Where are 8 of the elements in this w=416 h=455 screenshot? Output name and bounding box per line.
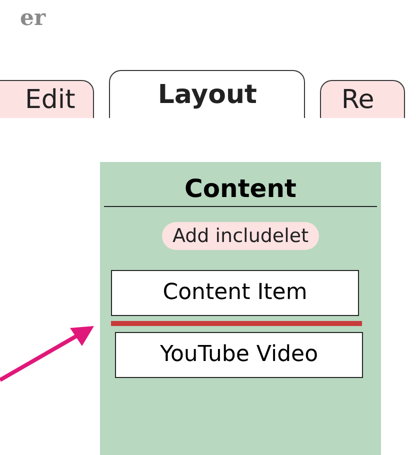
tab[interactable]: Layout [109,70,306,118]
header-text: er [19,4,47,33]
content-item[interactable]: Content Item [111,270,359,316]
add-includelet-button[interactable]: Add includelet [162,222,319,250]
panel-title: Content [104,172,377,207]
tab[interactable]: Re [320,80,406,118]
content-item[interactable]: YouTube Video [115,332,363,378]
tab[interactable]: Edit [0,80,94,118]
